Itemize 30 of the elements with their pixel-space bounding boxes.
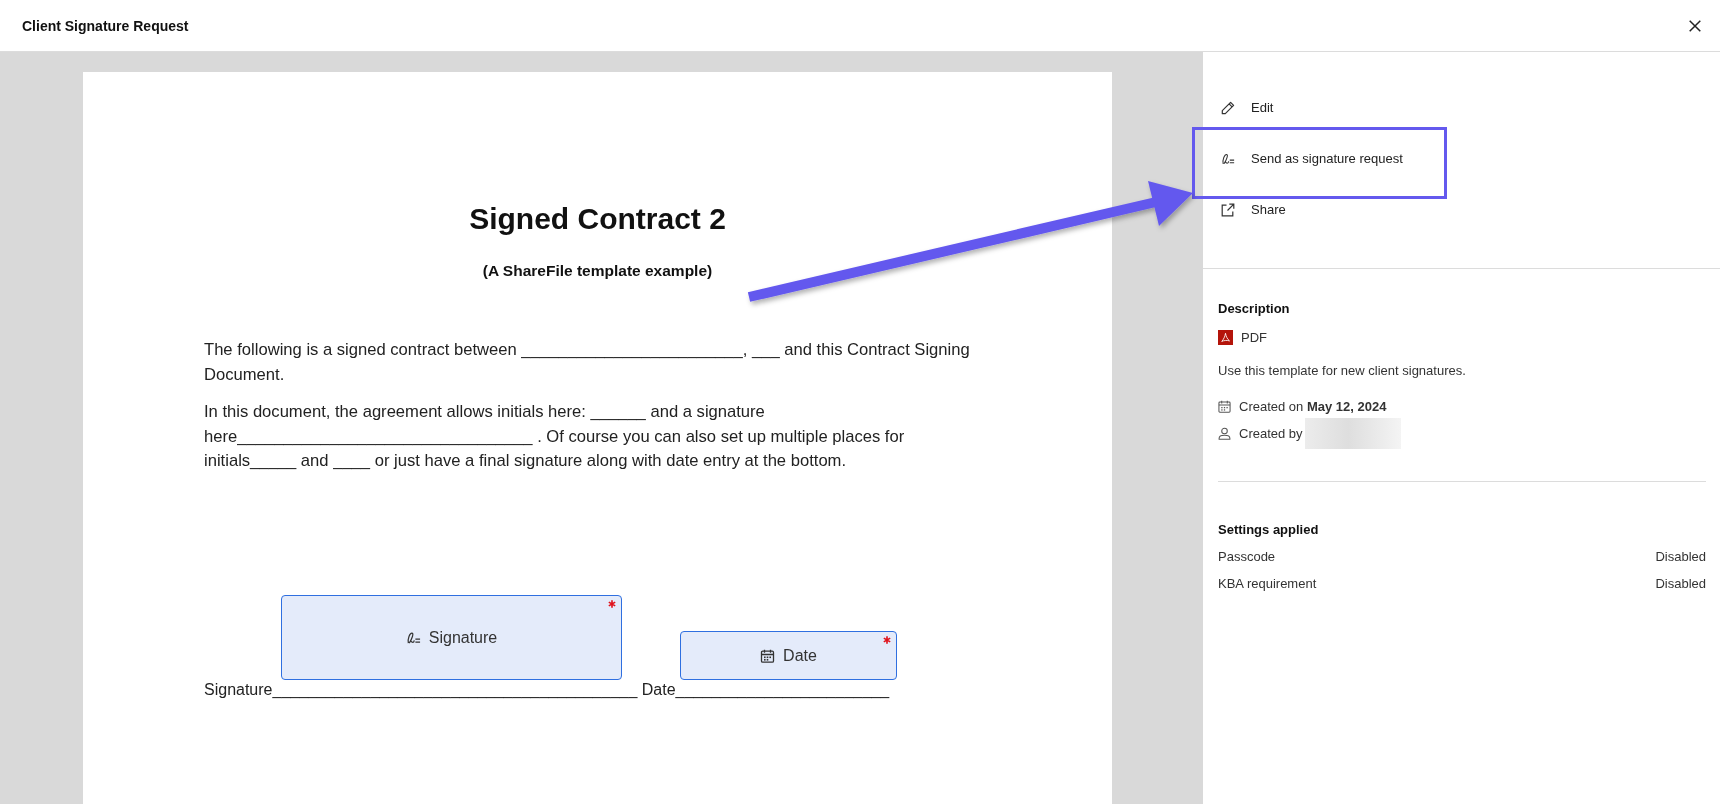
person-icon xyxy=(1218,427,1231,440)
setting-value: Disabled xyxy=(1655,575,1706,593)
pencil-icon xyxy=(1221,100,1235,115)
document-paragraph: The following is a signed contract between ________________________, ___ and this Contract Signing Document. xyxy=(204,339,970,386)
signature-date-line: Signature_________________________________________ Date________________________ xyxy=(204,680,890,698)
share-icon xyxy=(1221,202,1235,217)
setting-label: KBA requirement xyxy=(1218,575,1317,593)
signature-icon xyxy=(405,630,421,645)
signature-icon xyxy=(1221,151,1235,166)
signature-field[interactable]: Signature xyxy=(281,595,622,680)
document-title: Signed Contract 2 xyxy=(469,201,726,237)
created-on-text: Created on May 12, 2024 xyxy=(1239,398,1387,414)
section-heading: Settings applied xyxy=(1218,521,1320,539)
section-heading: Description xyxy=(1218,300,1291,318)
calendar-icon xyxy=(1218,399,1231,413)
setting-label: Passcode xyxy=(1218,548,1276,566)
document-subtitle: (A ShareFile template example) xyxy=(482,261,713,281)
document-paragraph: In this document, the agreement allows initials here: ______ and a signature here________________________________ . Of course you can also set up multiple places for initials_____ and ____ or just have a final signature along with date entry at the bottom. xyxy=(204,401,905,472)
date-field[interactable]: Date xyxy=(680,631,897,680)
dialog-title: Client Signature Request xyxy=(22,17,189,34)
created-by-text: Created by xyxy=(1239,426,1303,441)
description-text: Use this template for new client signatures. xyxy=(1218,362,1467,380)
signature-action[interactable]: Send as signature request xyxy=(1203,133,1720,184)
close-icon xyxy=(1689,19,1701,32)
edit-action[interactable]: Edit xyxy=(1203,82,1720,133)
pdf-file-icon xyxy=(1218,329,1233,345)
file-type-label: PDF xyxy=(1241,329,1267,345)
share-action[interactable]: Share xyxy=(1203,184,1720,235)
setting-value: Disabled xyxy=(1655,548,1706,566)
calendar-icon xyxy=(760,648,776,663)
